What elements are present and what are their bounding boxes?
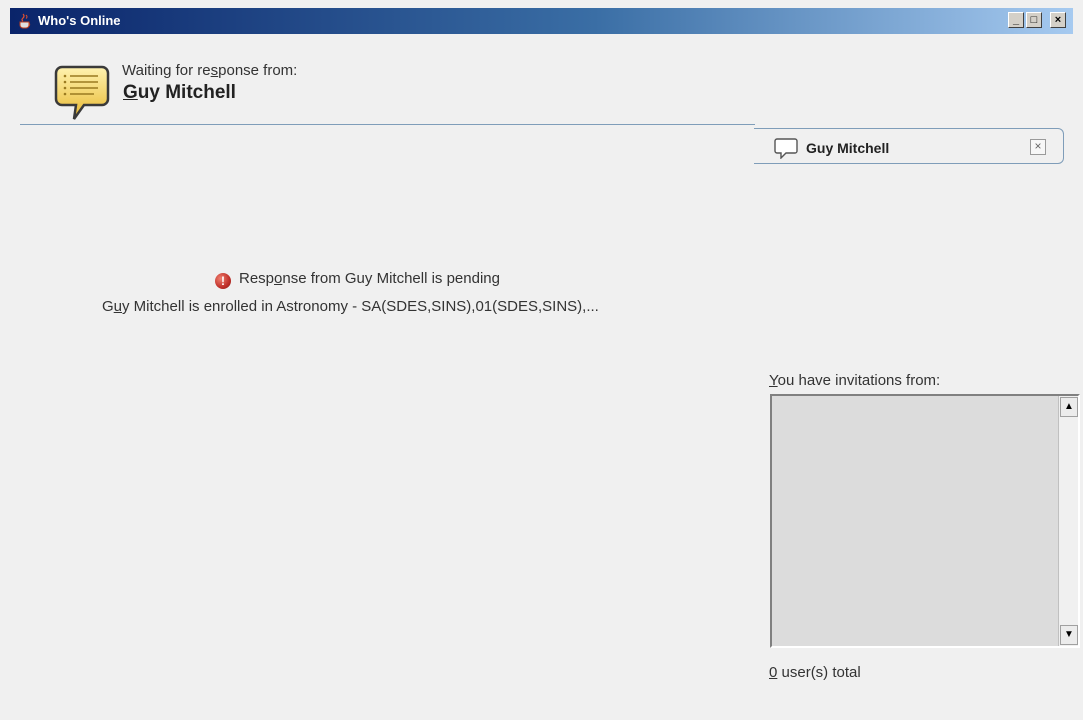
conversation-tab-guy-mitchell[interactable]: Guy Mitchell × [754, 128, 1064, 164]
close-tab-button[interactable]: × [1030, 139, 1046, 155]
invitations-list[interactable]: ▲ ▼ [770, 394, 1080, 648]
close-button[interactable]: × [1050, 12, 1066, 28]
scroll-up-button[interactable]: ▲ [1060, 397, 1078, 417]
title-bar[interactable]: Who's Online _ □ × [10, 8, 1073, 34]
users-total-count: 0 user(s) total [769, 664, 861, 681]
invitations-scrollbar[interactable]: ▲ ▼ [1058, 396, 1078, 646]
error-icon: ! [215, 273, 231, 289]
chat-bubble-icon [54, 65, 110, 120]
tab-label: Guy Mitchell [806, 140, 890, 156]
whos-online-window: Who's Online _ □ × Waiting for response … [10, 8, 1080, 720]
maximize-button[interactable]: □ [1026, 12, 1042, 28]
java-cup-icon [19, 13, 31, 29]
minimize-button[interactable]: _ [1008, 12, 1024, 28]
speech-bubble-icon [774, 138, 798, 159]
contact-name: Guy Mitchell [123, 82, 236, 103]
enrollment-info: Guy Mitchell is enrolled in Astronomy - … [102, 298, 599, 315]
header-divider [20, 124, 755, 125]
window-title: Who's Online [38, 13, 121, 28]
pending-status-message: ! Response from Guy Mitchell is pending [215, 270, 500, 289]
scroll-down-button[interactable]: ▼ [1060, 625, 1078, 645]
waiting-for-response-label: Waiting for response from: [122, 62, 298, 79]
invitations-label: You have invitations from: [769, 372, 941, 389]
